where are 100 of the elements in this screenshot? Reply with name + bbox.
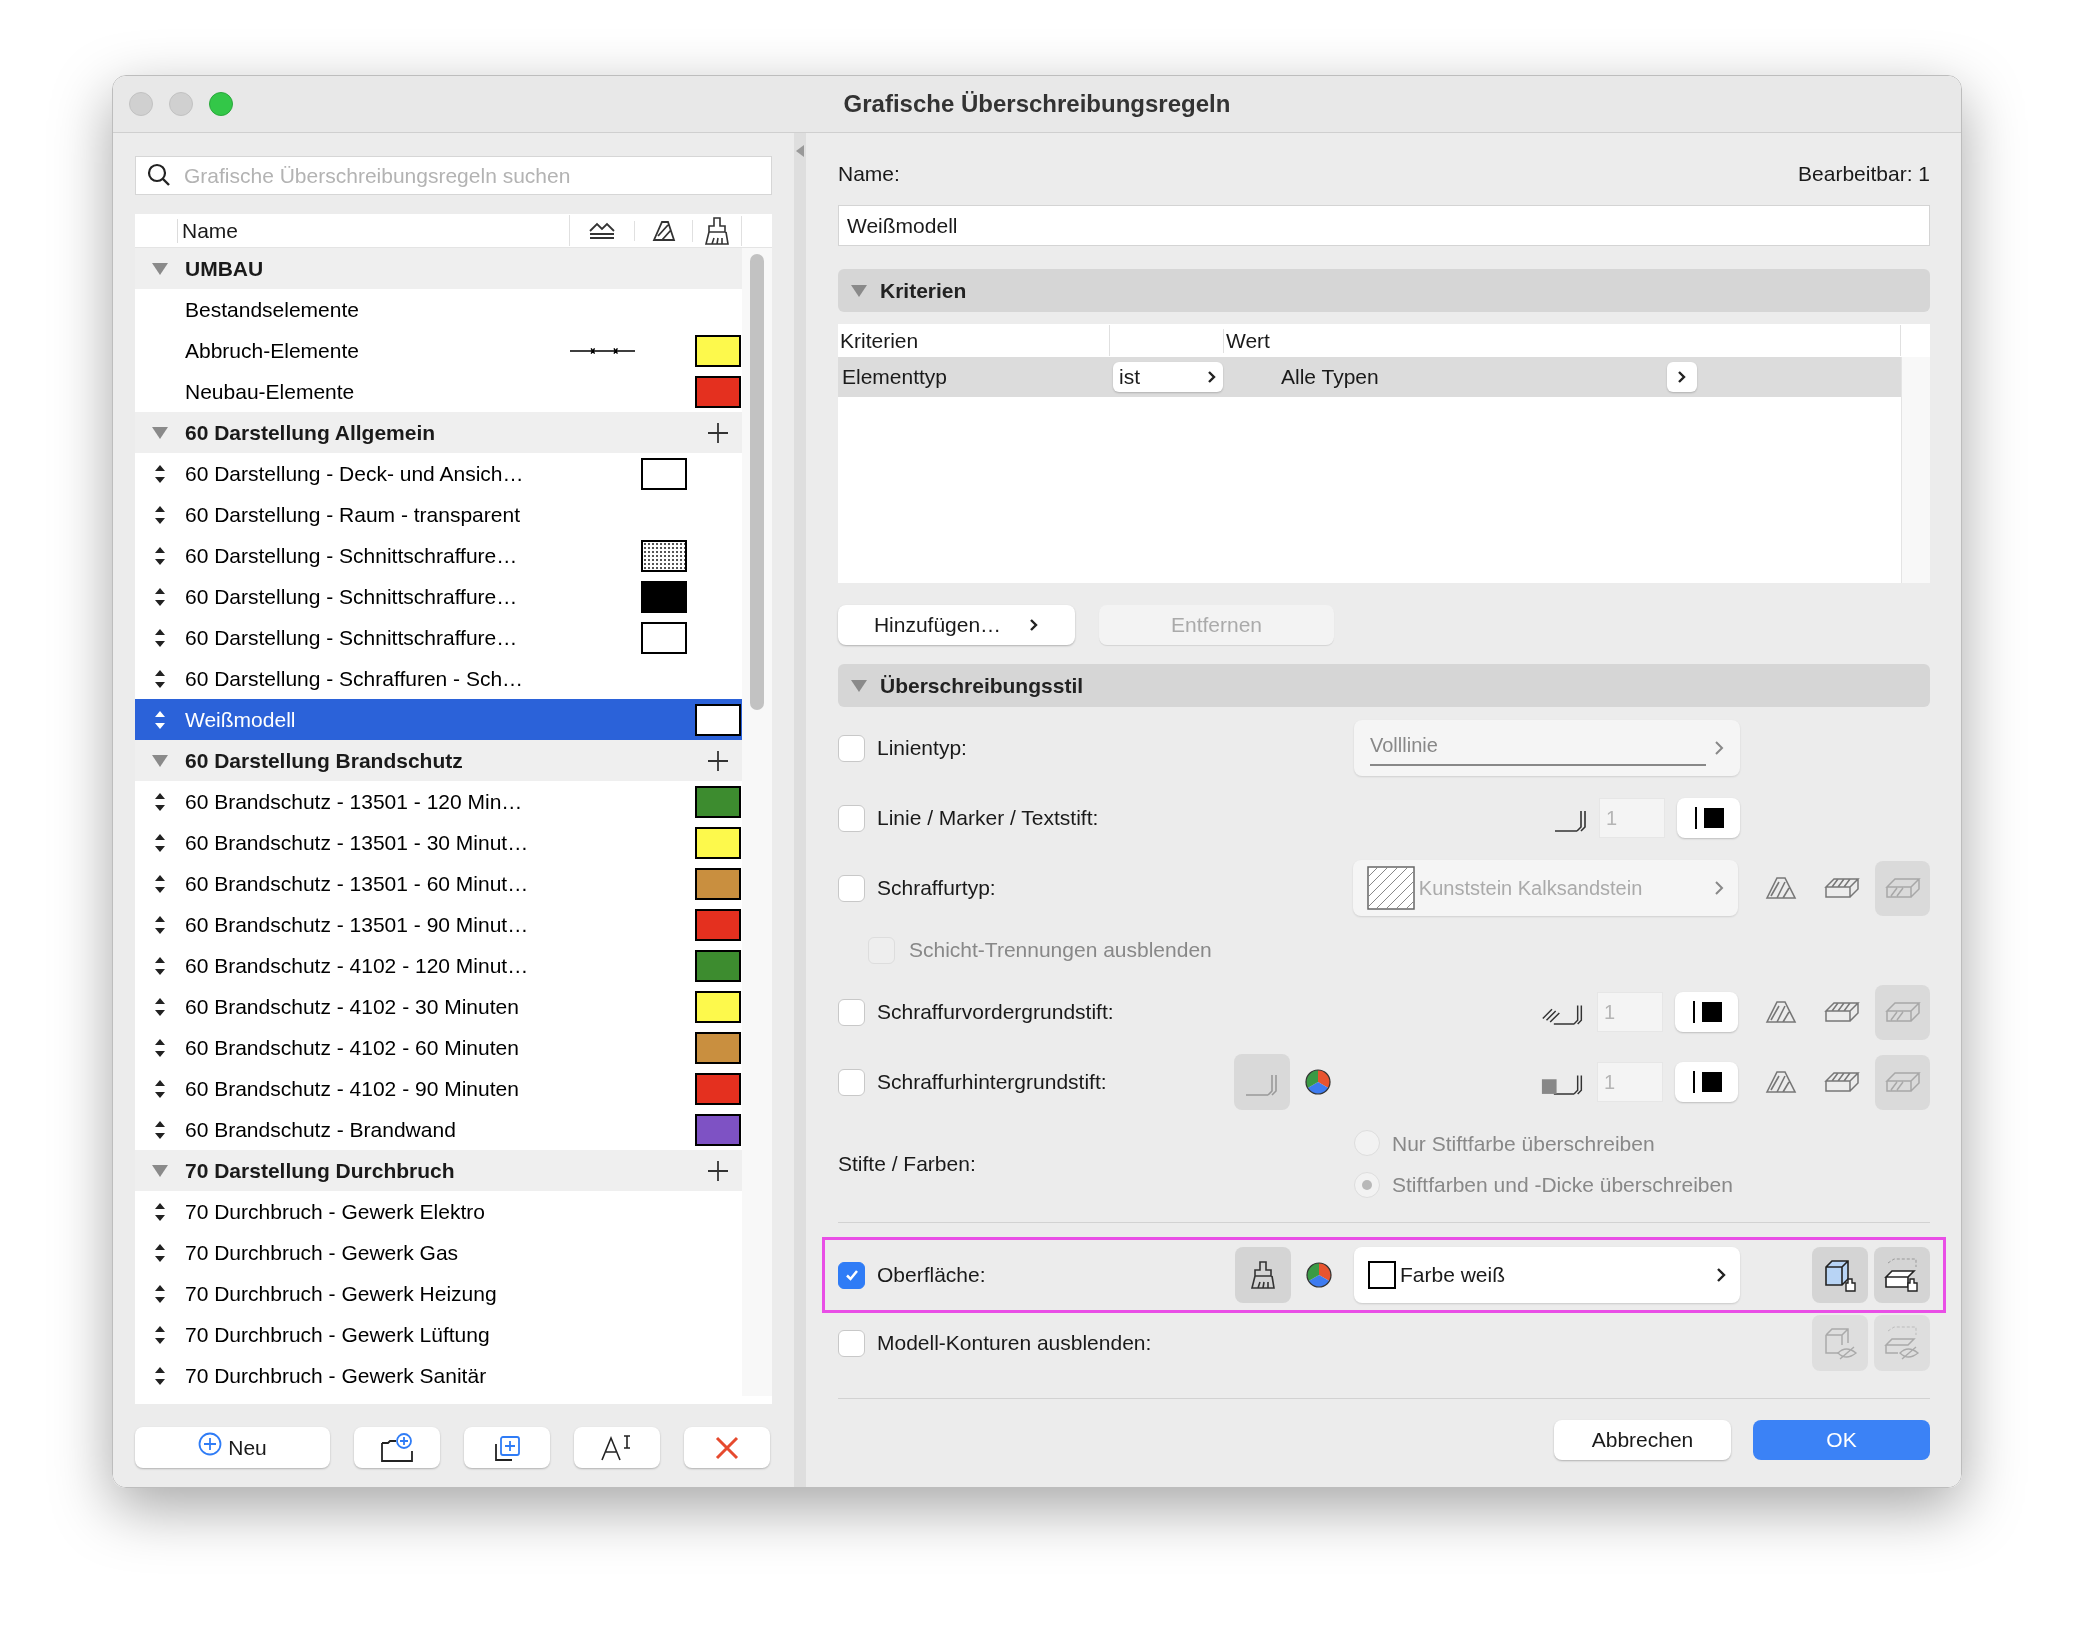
rule-name: 60 Darstellung - Schnittschraffure…: [185, 583, 519, 610]
add-icon[interactable]: [706, 749, 729, 772]
column-header[interactable]: Wert: [1224, 324, 1901, 357]
brush-button[interactable]: [1235, 1247, 1291, 1303]
hatch-pattern-icon: [1366, 866, 1415, 910]
name-field[interactable]: Weißmodell: [838, 205, 1930, 246]
drag-handle-icon[interactable]: [154, 914, 166, 935]
brush-icon: [1250, 1260, 1276, 1290]
rule-name: 60 Darstellung - Schraffuren - Sch…: [185, 665, 525, 692]
line-layers-icon[interactable]: [588, 220, 616, 241]
drag-handle-icon[interactable]: [154, 1365, 166, 1386]
drag-handle-icon[interactable]: [154, 1037, 166, 1058]
block-hidden-icon: [1884, 1325, 1920, 1361]
surface-3d-button[interactable]: [1812, 1247, 1868, 1303]
drag-handle-icon[interactable]: [154, 955, 166, 976]
option-label: Modell-Konturen ausblenden:: [877, 1330, 1152, 1357]
rule-name: Abbruch-Elemente: [185, 337, 360, 364]
drag-handle-icon[interactable]: [154, 832, 166, 853]
search-field[interactable]: Grafische Überschreibungsregeln suchen: [135, 156, 772, 195]
operator-dropdown[interactable]: ist: [1113, 362, 1223, 392]
rule-name: 60 Brandschutz - 4102 - 120 Minut…: [185, 952, 530, 979]
new-folder-button[interactable]: [354, 1427, 440, 1468]
drag-handle-icon[interactable]: [154, 709, 166, 730]
add-icon[interactable]: [706, 421, 729, 444]
section-header[interactable]: Kriterien: [838, 269, 1930, 312]
drag-handle-icon[interactable]: [154, 996, 166, 1017]
checkbox[interactable]: [838, 1261, 865, 1289]
disclosure-triangle-icon[interactable]: [151, 261, 169, 276]
group-header[interactable]: 60 Darstellung Brandschutz: [135, 740, 742, 781]
group-name: 70 Darstellung Durchbruch: [185, 1157, 456, 1184]
drag-handle-icon[interactable]: [154, 791, 166, 812]
drag-handle-icon[interactable]: [154, 1324, 166, 1345]
criteria-row[interactable]: Elementtyp ist Alle Typen: [838, 357, 1901, 397]
column-header[interactable]: Name: [178, 214, 570, 247]
hatch-section-icon[interactable]: [1764, 1070, 1797, 1094]
add-icon[interactable]: [706, 1159, 729, 1182]
drag-handle-icon[interactable]: [154, 545, 166, 566]
new-button[interactable]: Neu: [135, 1427, 330, 1468]
plus-circle-icon: [198, 1431, 223, 1456]
pen-color-button[interactable]: [1675, 992, 1738, 1032]
group-header[interactable]: 60 Darstellung Allgemein: [135, 412, 742, 453]
checkbox[interactable]: [838, 998, 865, 1026]
surface-section-button[interactable]: [1874, 1247, 1930, 1303]
checkbox[interactable]: [838, 874, 865, 902]
ok-button[interactable]: OK: [1753, 1420, 1930, 1460]
column-header[interactable]: Kriterien: [838, 324, 1110, 357]
group-header[interactable]: UMBAU: [135, 248, 742, 289]
chevron-right-icon: [1716, 1267, 1726, 1283]
drag-handle-icon[interactable]: [154, 504, 166, 525]
folder-plus-icon: [380, 1432, 414, 1463]
hatch-surface-icon[interactable]: [1823, 877, 1860, 899]
section-header[interactable]: Überschreibungsstil: [838, 664, 1930, 707]
rule-name: 60 Darstellung - Schnittschraffure…: [185, 542, 519, 569]
drag-handle-icon[interactable]: [154, 586, 166, 607]
color-wheel-icon[interactable]: [1304, 1068, 1333, 1096]
drag-handle-icon[interactable]: [154, 1078, 166, 1099]
option-label: Oberfläche:: [877, 1262, 986, 1289]
pen-color-button[interactable]: [1675, 1062, 1738, 1102]
list-row[interactable]: Weißmodell: [135, 699, 742, 740]
scrollbar[interactable]: [750, 254, 764, 710]
duplicate-button[interactable]: [464, 1427, 550, 1468]
group-header[interactable]: 70 Darstellung Durchbruch: [135, 1150, 742, 1191]
drag-handle-icon[interactable]: [154, 627, 166, 648]
pen-color-icon: [1691, 1001, 1722, 1023]
disclosure-triangle-icon[interactable]: [151, 425, 169, 440]
rule-name: 60 Darstellung - Schnittschraffure…: [185, 624, 519, 651]
hatch-section-icon[interactable]: [1764, 876, 1797, 900]
checkbox[interactable]: [838, 1068, 865, 1096]
value-picker-button[interactable]: [1667, 362, 1697, 392]
color-wheel-icon[interactable]: [1305, 1261, 1333, 1289]
drag-handle-icon[interactable]: [154, 1242, 166, 1263]
rename-button[interactable]: [574, 1427, 660, 1468]
drag-handle-icon[interactable]: [154, 463, 166, 484]
option-label: Stifte / Farben:: [838, 1151, 977, 1178]
cancel-button[interactable]: Abbrechen: [1554, 1420, 1731, 1460]
option-label: Schicht-Trennungen ausblenden: [909, 937, 1212, 964]
rule-name: 60 Darstellung - Deck- und Ansich…: [185, 460, 525, 487]
drag-handle-icon[interactable]: [154, 873, 166, 894]
name-label: Name:: [838, 161, 900, 188]
criterion-name: Elementtyp: [841, 364, 949, 391]
disclosure-triangle-icon[interactable]: [151, 1163, 169, 1178]
add-criterion-label: Hinzufügen…: [873, 612, 1002, 639]
hatch-surface-icon[interactable]: [1823, 1071, 1860, 1093]
checkbox[interactable]: [838, 1329, 865, 1357]
hatch-section-icon[interactable]: [1764, 1000, 1797, 1024]
hatch-icon[interactable]: [651, 219, 676, 242]
disclosure-triangle-icon[interactable]: [151, 753, 169, 768]
rule-name: 70 Durchbruch - Gewerk Elektro: [185, 1198, 486, 1225]
delete-button[interactable]: [684, 1427, 770, 1468]
drag-handle-icon[interactable]: [154, 1119, 166, 1140]
pen-color-button[interactable]: [1677, 798, 1740, 838]
checkbox[interactable]: [838, 734, 865, 762]
hatch-surface-icon[interactable]: [1823, 1001, 1860, 1023]
checkbox[interactable]: [838, 804, 865, 832]
add-criterion-button[interactable]: Hinzufügen…: [838, 605, 1075, 645]
fill-type-value: Kunststein Kalksandstein: [1418, 876, 1644, 901]
surface-dropdown[interactable]: Farbe weiß: [1354, 1247, 1740, 1303]
drag-handle-icon[interactable]: [154, 1201, 166, 1222]
drag-handle-icon[interactable]: [154, 668, 166, 689]
drag-handle-icon[interactable]: [154, 1283, 166, 1304]
